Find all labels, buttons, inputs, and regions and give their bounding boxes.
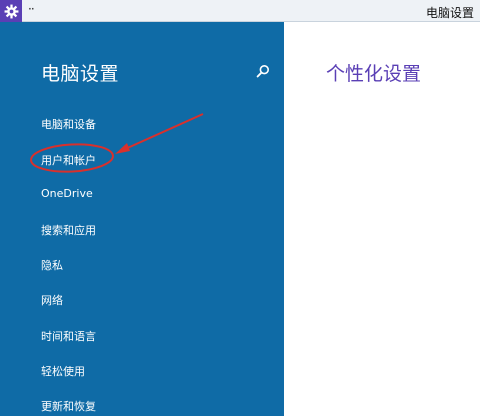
title-bar: ·· 电脑设置 [0,0,480,22]
sidebar: 电脑设置 电脑和设备 用户和帐户 OneDrive 搜索和应用 隐私 网络 时间… [0,22,284,416]
sidebar-item-onedrive[interactable]: OneDrive [41,187,93,200]
page-title: 个性化设置 [326,63,422,85]
menu-button[interactable]: ·· [28,2,35,16]
sidebar-item-time-and-language[interactable]: 时间和语言 [41,328,96,344]
sidebar-title: 电脑设置 [41,63,120,85]
window-title: 电脑设置 [425,6,474,20]
sidebar-item-network[interactable]: 网络 [41,292,63,308]
sidebar-item-ease-of-access[interactable]: 轻松使用 [41,363,85,379]
sidebar-item-search-and-apps[interactable]: 搜索和应用 [41,222,96,238]
gear-icon [4,4,18,18]
sidebar-item-privacy[interactable]: 隐私 [41,257,63,273]
app-icon[interactable] [0,0,22,22]
sidebar-item-update-and-recovery[interactable]: 更新和恢复 [41,398,96,414]
search-icon[interactable] [256,64,270,78]
sidebar-item-pc-and-devices[interactable]: 电脑和设备 [41,116,96,132]
sidebar-item-users-and-accounts[interactable]: 用户和帐户 [41,152,96,168]
